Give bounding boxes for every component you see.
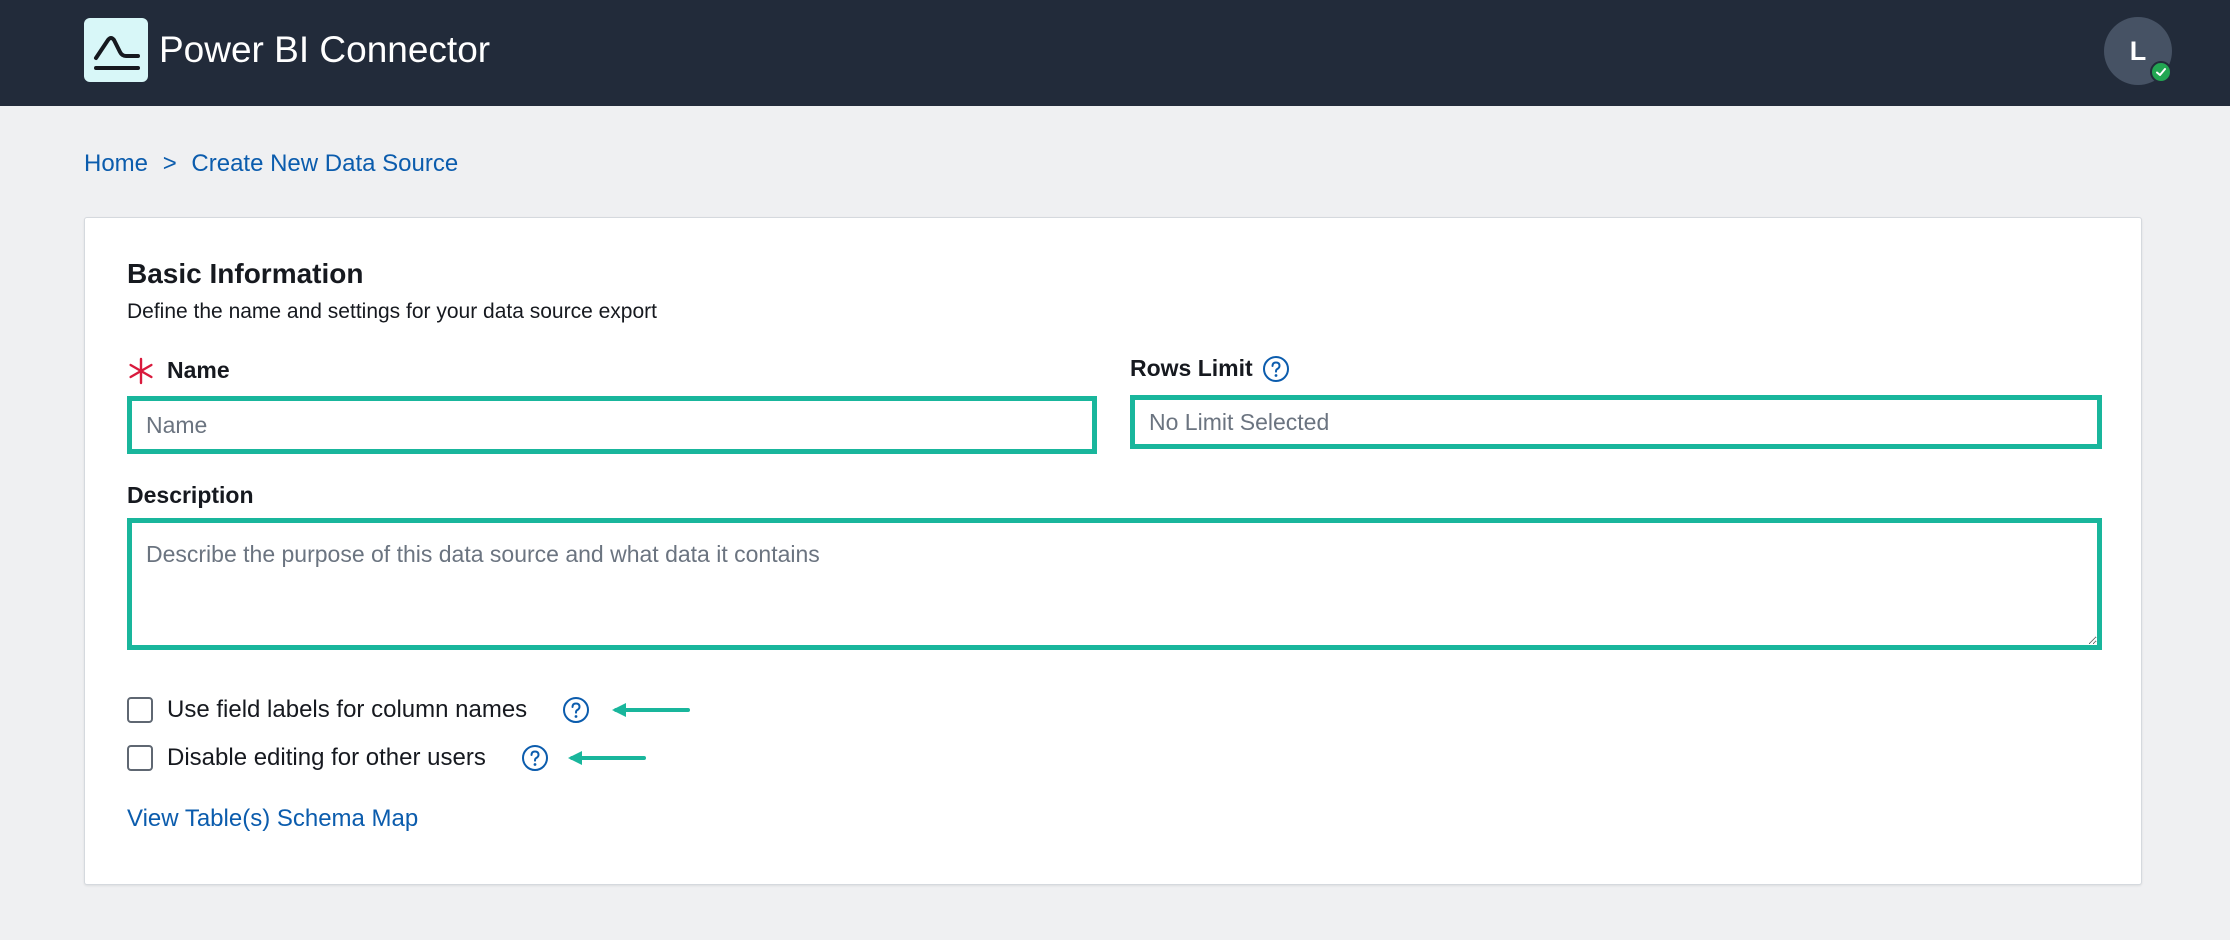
use-field-labels-label: Use field labels for column names [167, 696, 528, 723]
required-asterisk-icon [129, 357, 153, 385]
help-icon[interactable] [562, 696, 590, 724]
name-label: Name [167, 357, 230, 383]
breadcrumb-separator: > [162, 150, 177, 177]
basic-information-card: Basic Information Define the name and se… [84, 217, 2142, 885]
avatar-initial: L [2129, 35, 2147, 66]
breadcrumb-current-link[interactable]: Create New Data Source [191, 150, 458, 177]
description-textarea[interactable] [127, 518, 2102, 650]
arrow-left-icon [612, 703, 690, 717]
use-field-labels-checkbox[interactable] [127, 697, 153, 723]
disable-editing-checkbox[interactable] [127, 745, 153, 771]
section-description: Define the name and settings for your da… [127, 300, 657, 323]
name-input[interactable] [127, 396, 1097, 454]
rows-limit-select[interactable] [1130, 395, 2102, 449]
description-label: Description [127, 482, 254, 508]
disable-editing-label: Disable editing for other users [167, 744, 486, 771]
breadcrumb: Home > Create New Data Source [84, 148, 458, 180]
arrow-left-icon [568, 751, 646, 765]
rows-limit-label: Rows Limit [1130, 355, 1253, 381]
connector-logo-icon[interactable] [84, 18, 148, 82]
section-title: Basic Information [127, 258, 364, 289]
app-title: Power BI Connector [159, 29, 491, 70]
breadcrumb-home-link[interactable]: Home [84, 150, 148, 177]
view-schema-map-link[interactable]: View Table(s) Schema Map [127, 803, 418, 835]
help-icon[interactable] [1262, 355, 1290, 383]
help-icon[interactable] [521, 744, 549, 772]
top-navigation-bar: Power BI Connector L [0, 0, 2230, 106]
check-icon [2150, 61, 2172, 83]
